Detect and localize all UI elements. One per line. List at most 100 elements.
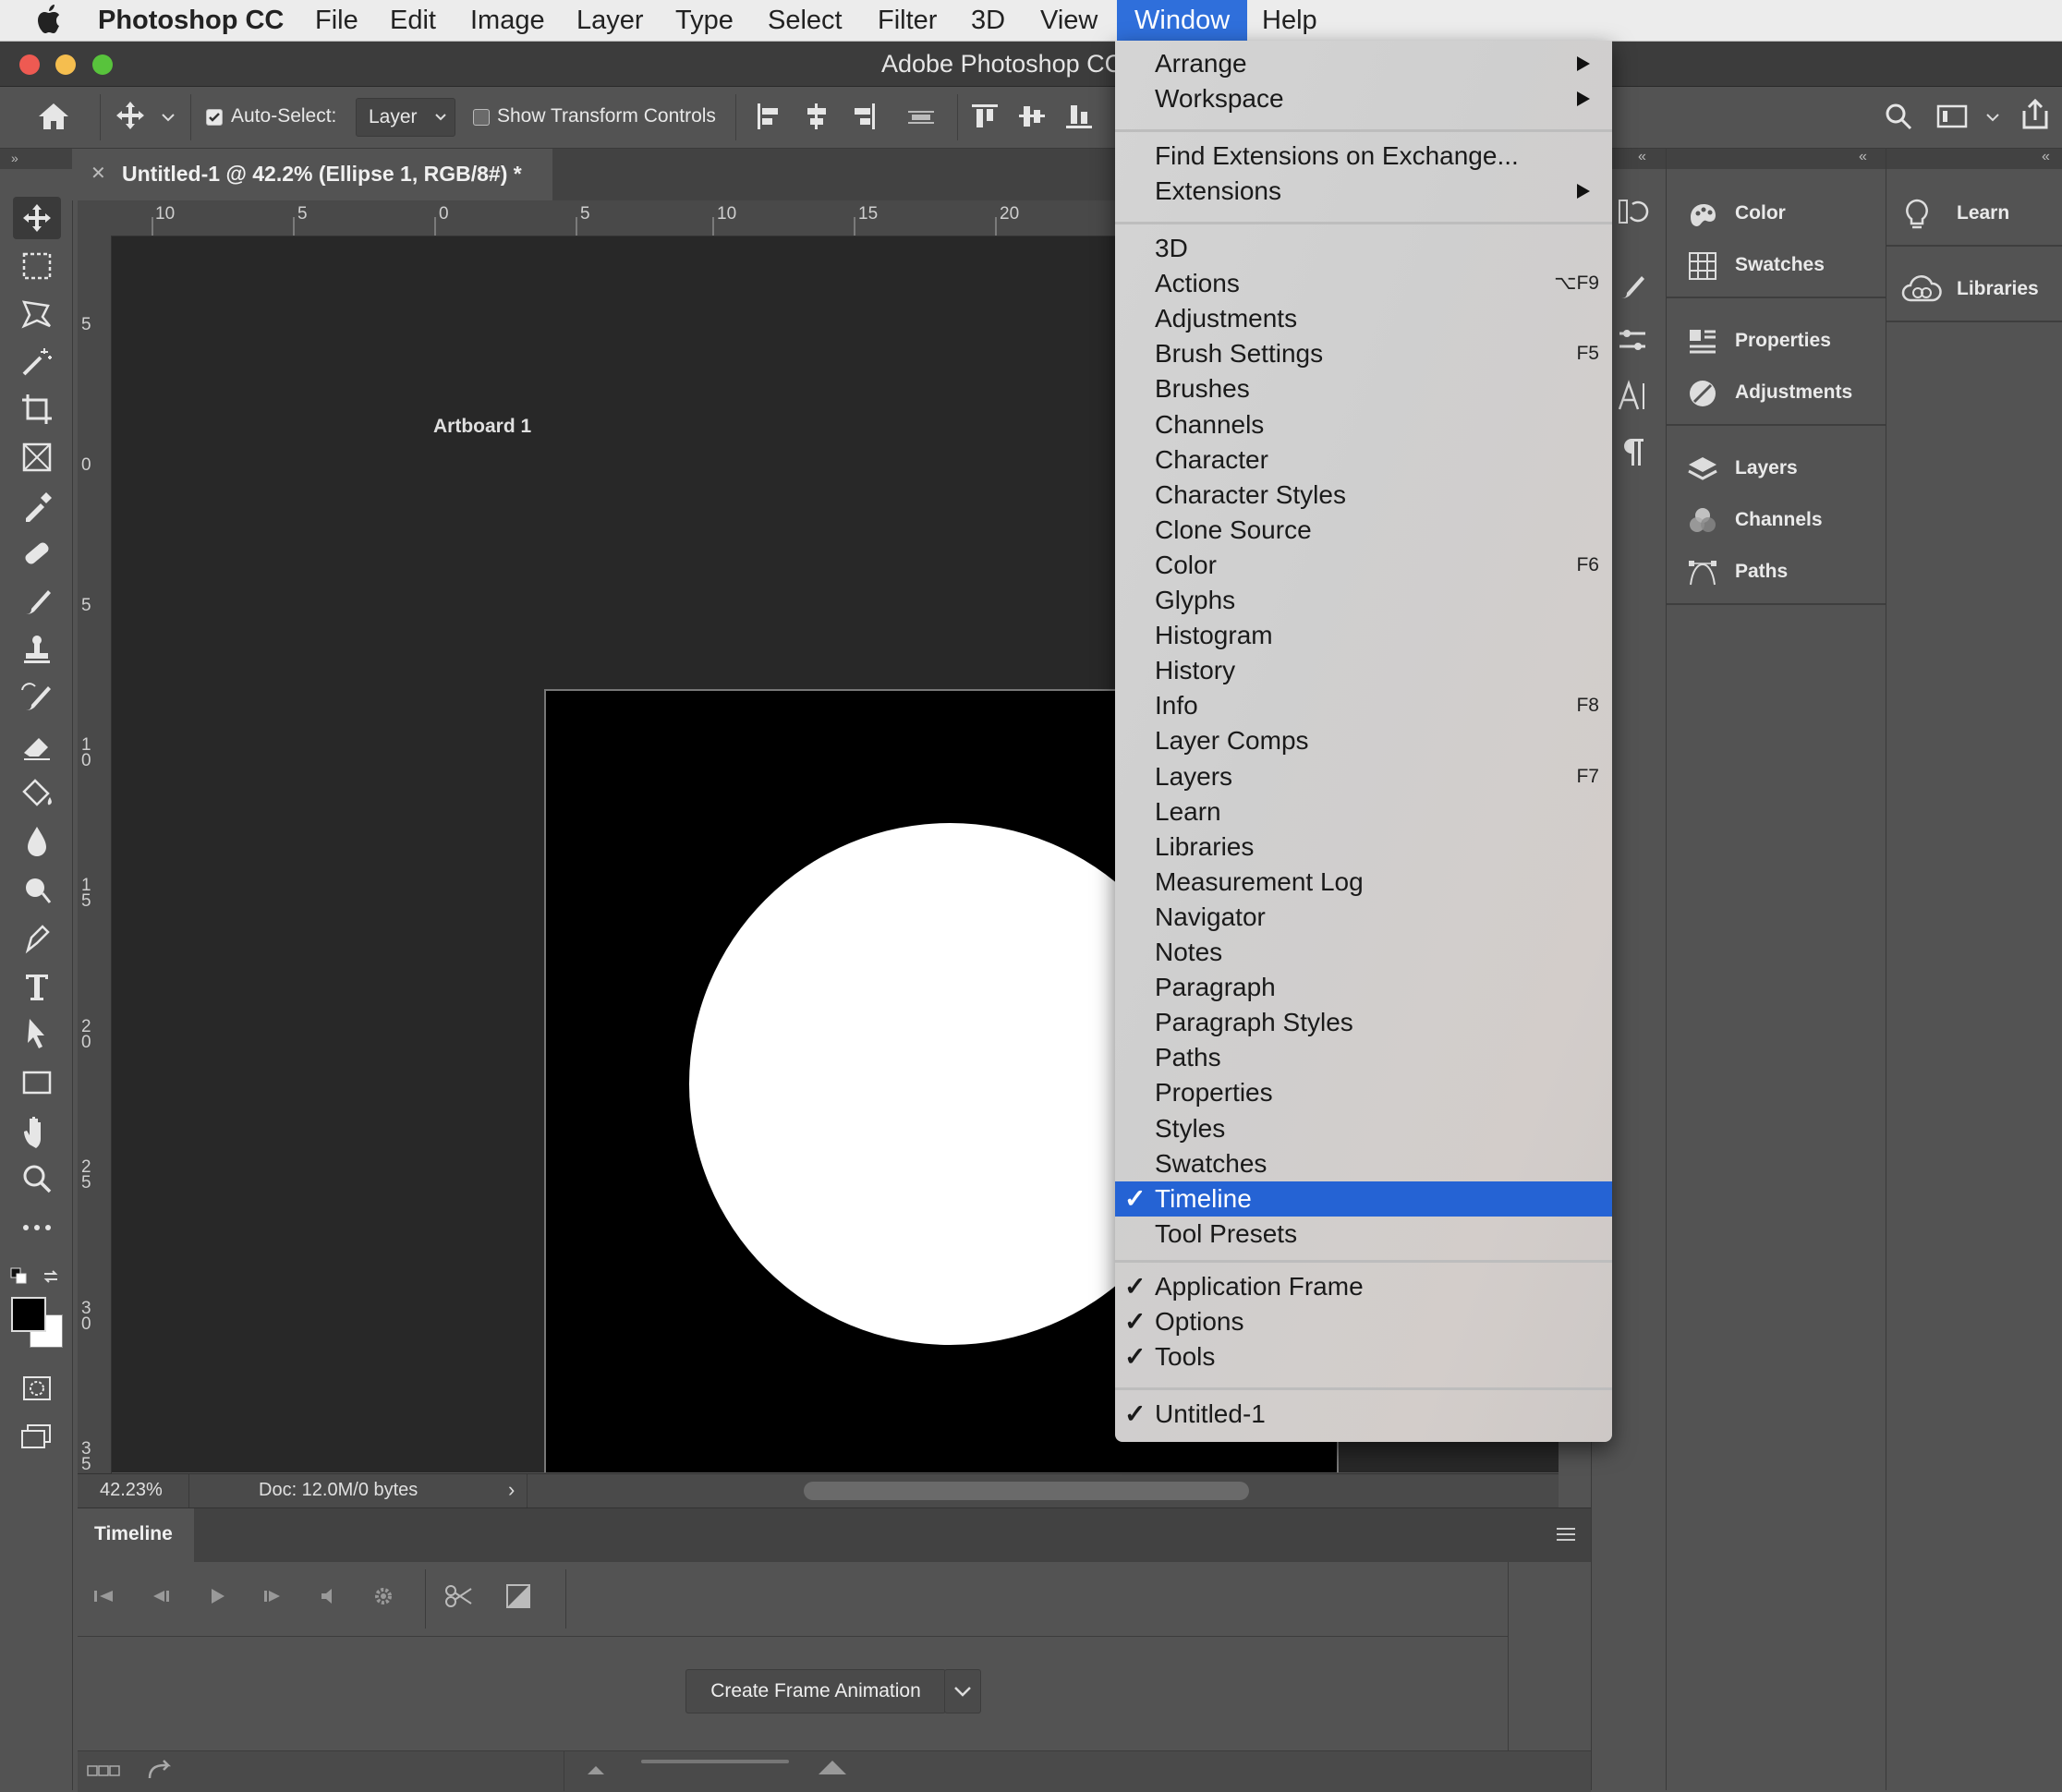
menu-item-3d[interactable]: 3D	[1115, 231, 1612, 266]
align-right-icon[interactable]	[851, 102, 877, 131]
minimize-window-button[interactable]	[55, 54, 76, 75]
panel-tab-libraries[interactable]: Libraries	[1886, 263, 2062, 315]
panel-tab-swatches[interactable]: Swatches	[1667, 239, 1886, 291]
align-center-icon[interactable]	[804, 102, 830, 131]
zoom-tool[interactable]	[13, 1157, 61, 1200]
menu-help[interactable]: Help	[1262, 0, 1317, 41]
move-tool-preset-icon[interactable]	[115, 100, 146, 131]
history-brush-tool[interactable]	[13, 677, 61, 720]
panel-menu-icon[interactable]	[1556, 1527, 1576, 1542]
menu-edit[interactable]: Edit	[390, 0, 436, 41]
menu-window[interactable]: Window	[1117, 0, 1248, 41]
menu-item-paths[interactable]: Paths	[1115, 1040, 1612, 1075]
healing-brush-tool[interactable]	[13, 533, 61, 575]
menu-item-paragraph[interactable]: Paragraph	[1115, 970, 1612, 1005]
convert-icon[interactable]	[146, 1758, 174, 1782]
panel-tab-color[interactable]: Color	[1667, 188, 1886, 239]
align-left-icon[interactable]	[756, 102, 782, 131]
vertical-ruler[interactable]: 5 0 5 1 0 1 5 2 0 2 5 3 0 3 5	[78, 236, 112, 1473]
auto-select-dropdown[interactable]: Layer	[356, 98, 455, 137]
menu-item-swatches[interactable]: Swatches	[1115, 1146, 1612, 1181]
paint-bucket-tool[interactable]	[13, 773, 61, 816]
panel-tab-adjustments[interactable]: Adjustments	[1667, 367, 1886, 418]
brush-panel-icon[interactable]	[1616, 269, 1649, 302]
ruler-origin[interactable]	[78, 200, 103, 236]
eraser-tool[interactable]	[13, 725, 61, 768]
menu-item-adjustments[interactable]: Adjustments	[1115, 301, 1612, 336]
menu-item-tool-presets[interactable]: Tool Presets	[1115, 1217, 1612, 1252]
panel-tab-layers[interactable]: Layers	[1667, 442, 1886, 494]
chevron-down-icon[interactable]	[161, 113, 176, 122]
artboard-label[interactable]: Artboard 1	[433, 416, 531, 438]
zoom-window-button[interactable]	[92, 54, 113, 75]
menu-item-character-styles[interactable]: Character Styles	[1115, 478, 1612, 513]
menu-item-learn[interactable]: Learn	[1115, 794, 1612, 829]
menu-item-notes[interactable]: Notes	[1115, 935, 1612, 970]
frame-view-icon[interactable]	[87, 1763, 120, 1778]
timeline-tab[interactable]: Timeline	[78, 1508, 194, 1562]
close-window-button[interactable]	[19, 54, 40, 75]
show-transform-checkbox[interactable]	[473, 109, 490, 126]
workspace-icon[interactable]	[1935, 102, 1969, 131]
zoom-level[interactable]: 42.23%	[100, 1480, 163, 1501]
lasso-tool[interactable]	[13, 293, 61, 335]
character-panel-icon[interactable]	[1616, 380, 1649, 413]
share-icon[interactable]	[2020, 98, 2051, 131]
menu-item-extensions[interactable]: Extensions	[1115, 174, 1612, 209]
marquee-tool[interactable]	[13, 245, 61, 287]
magic-wand-tool[interactable]	[13, 341, 61, 383]
menu-item-measurement-log[interactable]: Measurement Log	[1115, 865, 1612, 900]
eyedropper-tool[interactable]	[13, 485, 61, 527]
brush-tool[interactable]	[13, 581, 61, 624]
menu-item-histogram[interactable]: Histogram	[1115, 618, 1612, 653]
swap-colors-icon[interactable]	[41, 1266, 61, 1287]
distribute-icon[interactable]	[906, 102, 936, 131]
menu-select[interactable]: Select	[768, 0, 843, 41]
menu-item-application-frame[interactable]: ✓ Application Frame	[1115, 1269, 1612, 1304]
collapse-icon[interactable]: «	[1859, 149, 1867, 165]
zoom-out-mountain-icon[interactable]	[586, 1763, 606, 1776]
chevron-down-icon[interactable]	[1985, 113, 2000, 122]
align-top-icon[interactable]	[970, 102, 1000, 131]
default-colors-icon[interactable]	[9, 1266, 30, 1287]
panel-tab-properties[interactable]: Properties	[1667, 315, 1886, 367]
menu-item-styles[interactable]: Styles	[1115, 1111, 1612, 1146]
first-frame-icon[interactable]	[89, 1580, 120, 1612]
menu-image[interactable]: Image	[470, 0, 545, 41]
audio-icon[interactable]	[312, 1580, 344, 1612]
horizontal-scrollbar[interactable]	[804, 1482, 1249, 1500]
menu-item-tools[interactable]: ✓ Tools	[1115, 1339, 1612, 1374]
app-menu[interactable]: Photoshop CC	[98, 0, 284, 41]
menu-layer[interactable]: Layer	[576, 0, 644, 41]
panel-tab-paths[interactable]: Paths	[1667, 546, 1886, 598]
path-selection-tool[interactable]	[13, 1013, 61, 1056]
scissors-icon[interactable]	[443, 1580, 475, 1612]
crop-tool[interactable]	[13, 389, 61, 431]
paragraph-panel-icon[interactable]	[1616, 435, 1649, 468]
collapse-icon[interactable]: «	[2042, 149, 2050, 165]
menu-item-glyphs[interactable]: Glyphs	[1115, 583, 1612, 618]
collapse-icon[interactable]: «	[1638, 149, 1646, 165]
menu-item-actions[interactable]: Actions ⌥F9	[1115, 266, 1612, 301]
quick-mask-icon[interactable]	[13, 1368, 61, 1411]
menu-item-navigator[interactable]: Navigator	[1115, 900, 1612, 935]
panel-tab-channels[interactable]: Channels	[1667, 494, 1886, 546]
menu-item-untitled-1[interactable]: ✓ Untitled-1	[1115, 1397, 1612, 1432]
menu-item-find-extensions[interactable]: Find Extensions on Exchange...	[1115, 139, 1612, 174]
move-tool[interactable]	[13, 197, 61, 239]
auto-select-checkbox[interactable]	[206, 109, 223, 126]
dodge-tool[interactable]	[13, 869, 61, 912]
menu-file[interactable]: File	[315, 0, 358, 41]
previous-frame-icon[interactable]	[144, 1580, 176, 1612]
foreground-color-swatch[interactable]	[11, 1297, 46, 1332]
home-icon[interactable]	[35, 100, 72, 133]
menu-filter[interactable]: Filter	[878, 0, 937, 41]
transition-icon[interactable]	[503, 1580, 534, 1612]
align-bottom-icon[interactable]	[1064, 102, 1094, 131]
menu-item-layers[interactable]: Layers F7	[1115, 759, 1612, 794]
menu-item-info[interactable]: Info F8	[1115, 688, 1612, 723]
menu-item-options[interactable]: ✓ Options	[1115, 1304, 1612, 1339]
menu-item-properties[interactable]: Properties	[1115, 1075, 1612, 1110]
close-tab-icon[interactable]: ✕	[91, 162, 106, 185]
create-animation-dropdown[interactable]	[944, 1669, 981, 1713]
